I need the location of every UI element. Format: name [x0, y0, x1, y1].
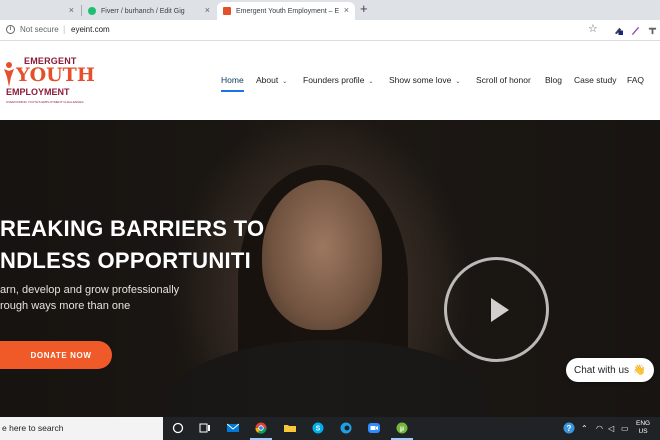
nav-label: Founders profile	[303, 75, 365, 85]
nav-show-some-love[interactable]: Show some love ⌄	[389, 75, 460, 85]
close-icon[interactable]: ×	[69, 5, 74, 15]
browser-tab-1[interactable]: ×	[0, 2, 80, 20]
volume-icon[interactable]: ◁	[608, 424, 614, 433]
svg-text:S: S	[316, 426, 321, 433]
hero-heading-line-2: NDLESS OPPORTUNITI	[0, 248, 252, 273]
utorrent-icon[interactable]: µ	[396, 422, 408, 434]
edge-icon[interactable]	[340, 422, 352, 434]
nav-founders-profile[interactable]: Founders profile ⌄	[303, 75, 373, 85]
pen-extension-icon[interactable]	[631, 26, 640, 35]
help-tray-icon[interactable]: ?	[563, 422, 575, 434]
logo-figure-icon	[4, 62, 14, 87]
svg-text:µ: µ	[400, 426, 404, 433]
nav-about[interactable]: About ⌄	[256, 75, 287, 85]
mail-icon[interactable]	[227, 422, 239, 434]
divider: |	[63, 24, 66, 34]
logo-line-3: EMPLOYMENT	[6, 87, 70, 97]
hero-subtext-line-1: arn, develop and grow professionally	[0, 284, 180, 296]
hero-section: REAKING BARRIERS TO NDLESS OPPORTUNITI a…	[0, 120, 660, 417]
nav-active-indicator	[221, 90, 244, 92]
file-explorer-icon[interactable]	[284, 422, 296, 434]
language-code: ENG	[636, 420, 651, 427]
cortana-icon[interactable]	[172, 422, 184, 434]
logo-line-2: YOUTH	[16, 64, 95, 86]
fiverr-icon	[88, 7, 96, 15]
windows-taskbar: e here to search S µ ? ⌃ ◠ ◁ ▭ ENG US	[0, 417, 660, 440]
nav-scroll-of-honor[interactable]: Scroll of honor	[476, 75, 531, 85]
security-label: Not secure	[20, 25, 59, 34]
waving-hand-icon: 👋	[633, 364, 646, 376]
donate-button[interactable]: DONATE NOW	[0, 341, 112, 369]
chevron-down-icon: ⌄	[282, 79, 288, 85]
new-tab-button[interactable]: +	[360, 1, 368, 16]
taskbar-search-box[interactable]: e here to search	[0, 417, 163, 440]
browser-tab-emergent[interactable]: Emergent Youth Employment – E ×	[217, 2, 355, 20]
nav-home[interactable]: Home	[221, 75, 244, 85]
browser-tab-fiverr[interactable]: Fiverr / burhanch / Edit Gig ×	[82, 2, 216, 20]
chat-widget-button[interactable]: Chat with us 👋	[566, 358, 654, 382]
logo-tagline: OVERCOMING YOUTH'S EMPLOYMENT CHALLENGES	[6, 100, 84, 104]
chevron-down-icon: ⌄	[368, 79, 374, 85]
nav-label: About	[256, 75, 279, 85]
close-icon[interactable]: ×	[205, 5, 210, 15]
pin-extension-icon[interactable]	[648, 26, 657, 35]
video-play-button[interactable]	[444, 257, 549, 362]
show-hidden-icons-chevron-up-icon[interactable]: ⌃	[581, 424, 588, 433]
tab-title: Emergent Youth Employment – E	[236, 7, 340, 15]
play-icon	[491, 298, 509, 322]
skype-icon[interactable]: S	[312, 422, 324, 434]
close-icon[interactable]: ×	[344, 5, 349, 15]
info-icon[interactable]: i	[6, 25, 15, 34]
nav-case-study[interactable]: Case study	[574, 75, 617, 85]
nav-label: Show some love	[389, 75, 452, 85]
bookmark-star-icon[interactable]: ☆	[588, 22, 598, 35]
tab-title: Fiverr / burhanch / Edit Gig	[101, 7, 185, 15]
language-indicator[interactable]: ENG US	[636, 420, 650, 436]
nav-faq[interactable]: FAQ	[627, 75, 644, 85]
address-bar: i Not secure | eyeint.com ☆	[0, 20, 660, 41]
chevron-down-icon: ⌄	[455, 79, 461, 85]
chat-label: Chat with us	[574, 364, 630, 376]
browser-tab-bar: × Fiverr / burhanch / Edit Gig × Emergen…	[0, 0, 660, 20]
task-view-icon[interactable]	[199, 422, 211, 434]
hero-heading-line-1: REAKING BARRIERS TO	[0, 216, 265, 241]
nav-blog[interactable]: Blog	[545, 75, 562, 85]
region-code: US	[638, 428, 648, 435]
site-header: EMERGENT YOUTH EMPLOYMENT OVERCOMING YOU…	[0, 41, 660, 120]
zoom-icon[interactable]	[368, 422, 380, 434]
hero-subtext-line-2: rough ways more than one	[0, 300, 131, 312]
site-favicon-icon	[223, 7, 231, 15]
chrome-icon[interactable]	[255, 422, 267, 434]
battery-icon[interactable]: ▭	[621, 424, 629, 433]
url-field[interactable]: eyeint.com	[71, 25, 110, 34]
wifi-icon[interactable]: ◠	[596, 424, 603, 433]
site-logo[interactable]: EMERGENT YOUTH EMPLOYMENT OVERCOMING YOU…	[2, 55, 95, 107]
svg-text:?: ?	[567, 424, 572, 433]
extension-icon[interactable]	[614, 26, 623, 35]
